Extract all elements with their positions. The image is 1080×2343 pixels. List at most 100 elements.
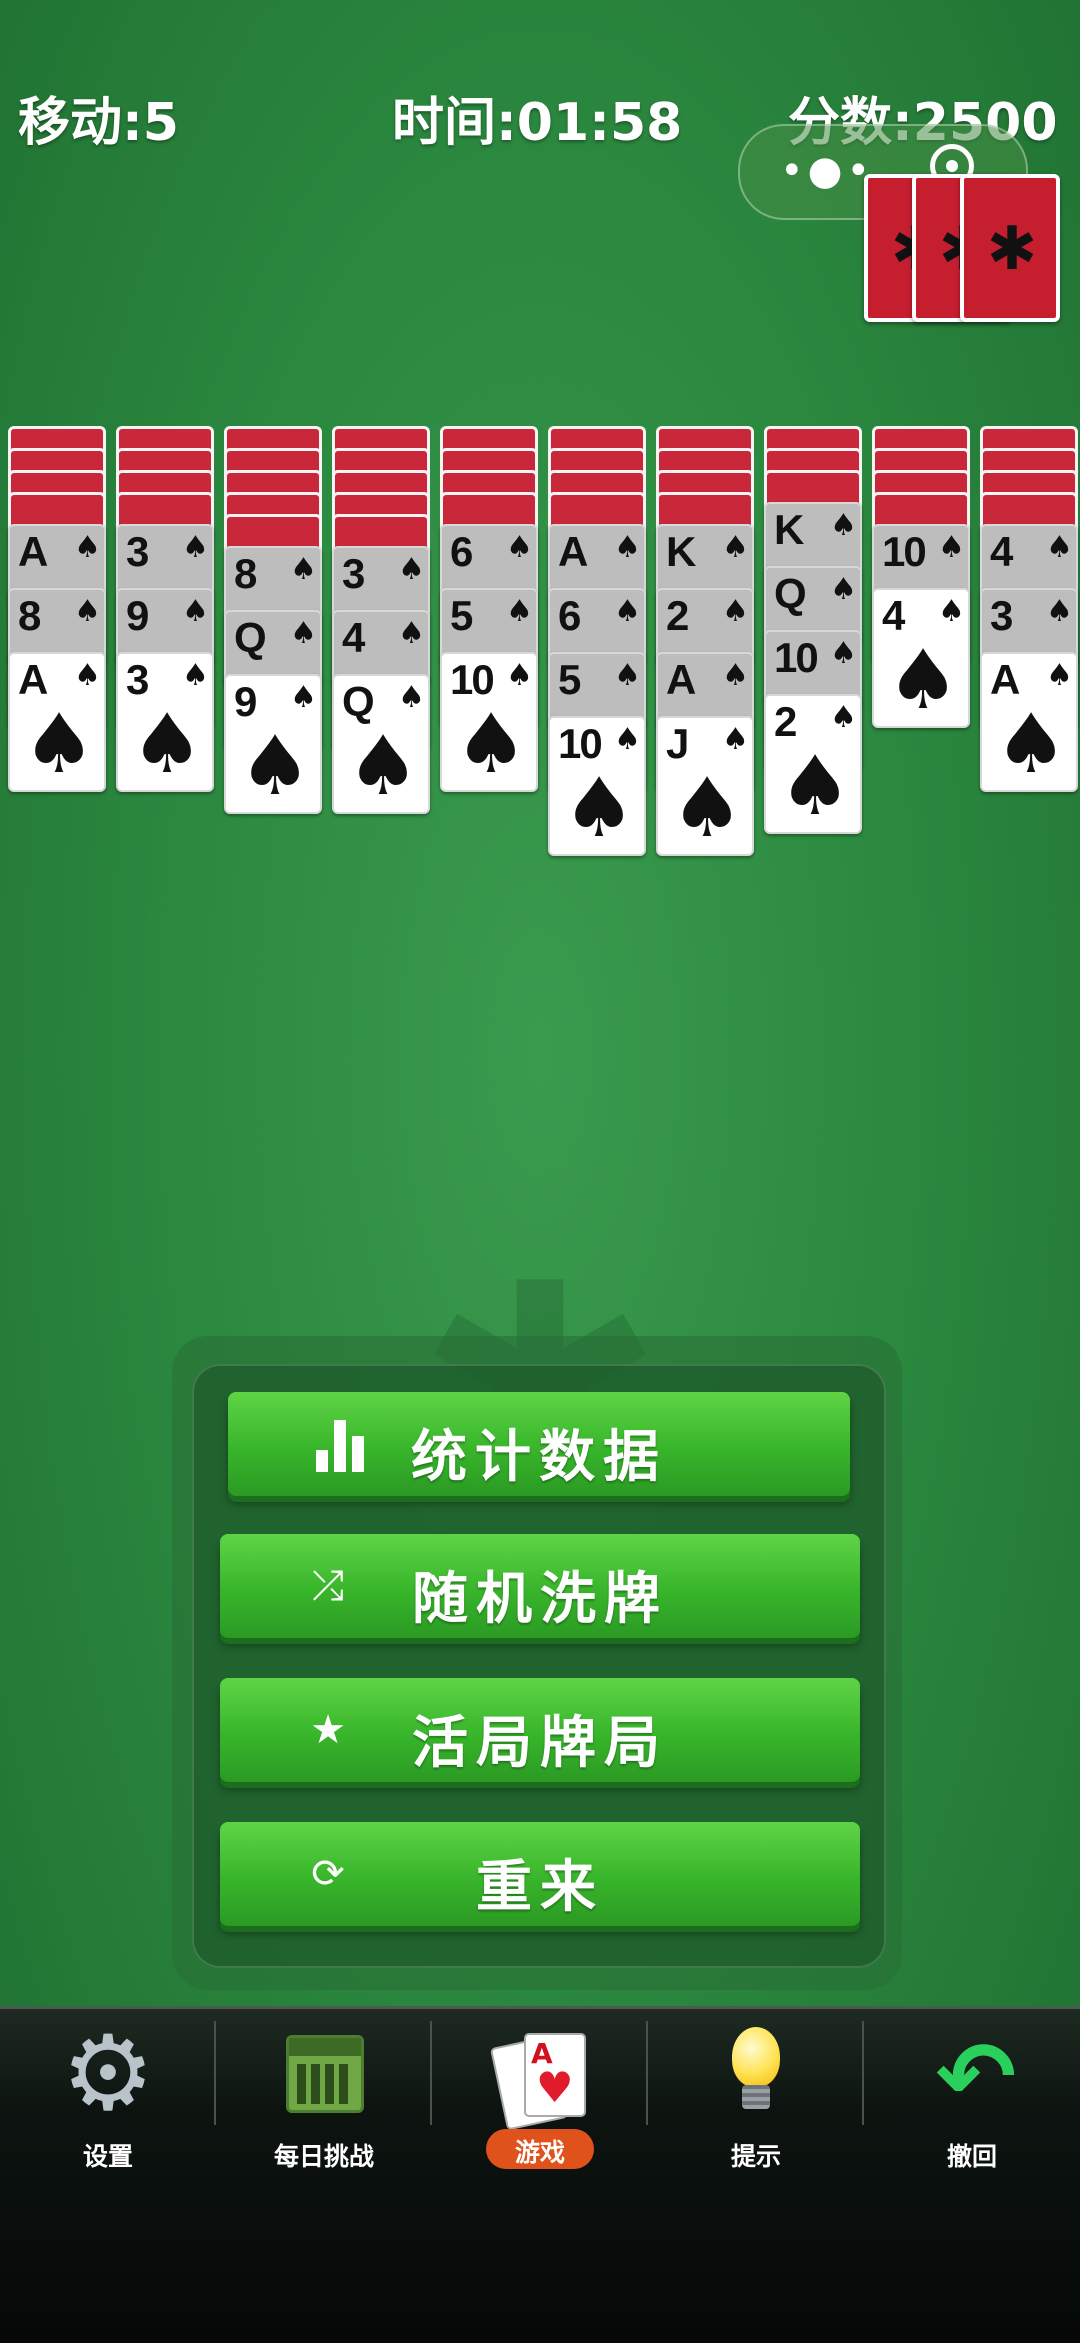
spade-icon: ♠: [22, 697, 96, 792]
playing-card[interactable]: 3 ♠ ♠: [116, 652, 214, 792]
spade-icon: ♠: [506, 594, 533, 629]
calendar-icon: [274, 2023, 374, 2123]
spade-icon: ♠: [398, 616, 425, 651]
spade-icon: ♠: [74, 594, 101, 629]
spade-icon: ♠: [1046, 658, 1073, 693]
spade-icon: ♠: [562, 761, 636, 856]
spade-icon: ♠: [994, 697, 1068, 792]
spade-icon: ♠: [886, 633, 960, 728]
nav-undo-label: 撤回: [946, 2142, 997, 2171]
nav-daily-label: 每日挑战: [273, 2142, 374, 2171]
playing-card[interactable]: 10 ♠ ♠: [440, 652, 538, 792]
spade-icon: ♠: [614, 530, 641, 565]
spade-icon: ♠: [938, 594, 965, 629]
nav-undo[interactable]: ↶ 撤回: [864, 2023, 1080, 2173]
gear-icon: ⚙: [61, 2012, 155, 2134]
spade-icon: ♠: [398, 680, 425, 715]
spider-icon: ✱: [986, 214, 1038, 284]
random-deal-label: 随机洗牌: [412, 1567, 668, 1632]
lightbulb-icon: [706, 2023, 806, 2123]
spade-icon: ♠: [614, 594, 641, 629]
spade-icon: ♠: [182, 658, 209, 693]
playing-card[interactable]: 9 ♠ ♠: [224, 674, 322, 814]
nav-hint-label: 提示: [730, 2142, 781, 2171]
restart-button[interactable]: ⟳ 重来: [220, 1822, 860, 1926]
card-rank: 9: [126, 592, 149, 639]
spade-icon: ♠: [778, 739, 852, 834]
spade-icon: ♠: [182, 594, 209, 629]
nav-settings-label: 设置: [82, 2142, 133, 2171]
spade-icon: ♠: [830, 700, 857, 735]
card-rank: K: [666, 528, 696, 575]
card-rank: 3: [342, 550, 365, 597]
spade-icon: ♠: [454, 697, 528, 792]
nav-game-label: 游戏: [514, 2138, 565, 2167]
tableau: A ♠ 8 ♠ A ♠ ♠ 3 ♠ 9 ♠ 3 ♠ ♠ 8 ♠ Q ♠ 9 ♠ ♠ 3 ♠ 4 ♠ Q ♠ ♠ 6 ♠ 5 ♠ 10 ♠ ♠ A ♠ 6 ♠…: [0, 426, 1080, 926]
card-rank: Q: [774, 570, 807, 617]
card-rank: A: [558, 528, 588, 575]
spade-icon: ♠: [238, 719, 312, 814]
playing-cards-icon: A ♥: [489, 2023, 590, 2131]
spade-icon: ♠: [182, 530, 209, 565]
statistics-button[interactable]: 统计数据: [228, 1392, 850, 1496]
spade-icon: ♠: [346, 719, 420, 814]
spade-icon: ♠: [670, 761, 744, 856]
timer: 时间:01:58: [392, 93, 683, 153]
stock-card[interactable]: ✱: [960, 174, 1060, 322]
playing-card[interactable]: J ♠ ♠: [656, 716, 754, 856]
stock-pile[interactable]: ✱ ✱ ✱: [864, 174, 1064, 324]
statistics-label: 统计数据: [411, 1425, 667, 1490]
card-rank: A: [666, 656, 696, 703]
winnable-deal-button[interactable]: ★ 活局牌局: [220, 1678, 860, 1782]
nav-hint[interactable]: 提示: [648, 2023, 864, 2173]
playing-card[interactable]: A ♠ ♠: [980, 652, 1078, 792]
spade-icon: ♠: [506, 530, 533, 565]
nav-daily-challenge[interactable]: 每日挑战: [216, 2023, 432, 2173]
spade-icon: ♠: [614, 658, 641, 693]
nav-settings[interactable]: ⚙ 设置: [0, 2012, 216, 2173]
spade-icon: ♠: [830, 508, 857, 543]
spade-icon: ♠: [614, 722, 641, 757]
nav-game[interactable]: A ♥ 游戏: [432, 2023, 648, 2173]
card-rank: 5: [450, 592, 473, 639]
spade-icon: ♠: [506, 658, 533, 693]
spade-icon: ♠: [722, 530, 749, 565]
spade-icon: ♠: [722, 658, 749, 693]
card-rank: 6: [450, 528, 473, 575]
spade-icon: ♠: [1046, 594, 1073, 629]
moves-counter: 移动:5: [18, 93, 179, 153]
undo-arrow-icon: ↶: [935, 2021, 1017, 2133]
card-rank: 8: [234, 550, 257, 597]
card-rank: 6: [558, 592, 581, 639]
playing-card[interactable]: 4 ♠ ♠: [872, 588, 970, 728]
restart-label: 重来: [476, 1855, 604, 1920]
spade-icon: ♠: [74, 530, 101, 565]
playing-card[interactable]: 2 ♠ ♠: [764, 694, 862, 834]
card-rank: 3: [126, 528, 149, 575]
spade-icon: ♠: [722, 594, 749, 629]
bottom-nav-bar: ⚙ 设置 每日挑战 A ♥ 游戏 提示 ↶ 撤回: [0, 2006, 1080, 2343]
playing-card[interactable]: Q ♠ ♠: [332, 674, 430, 814]
spade-icon: ♠: [74, 658, 101, 693]
card-rank: K: [774, 506, 804, 553]
card-rank: A: [18, 528, 48, 575]
spade-icon: ♠: [1046, 530, 1073, 565]
winnable-deal-label: 活局牌局: [412, 1711, 668, 1776]
card-rank: 2: [666, 592, 689, 639]
spade-icon: ♠: [398, 552, 425, 587]
spade-icon: ♠: [938, 530, 965, 565]
playing-card[interactable]: 10 ♠ ♠: [548, 716, 646, 856]
card-rank: 3: [990, 592, 1013, 639]
spade-icon: ♠: [130, 697, 204, 792]
spade-icon: ♠: [722, 722, 749, 757]
spade-icon: ♠: [290, 616, 317, 651]
card-rank: 10: [882, 528, 927, 575]
spade-icon: ♠: [830, 572, 857, 607]
random-deal-button[interactable]: ⤮ 随机洗牌: [220, 1534, 860, 1638]
more-dots-icon[interactable]: •●•: [780, 148, 874, 194]
card-rank: 10: [774, 634, 819, 681]
card-rank: 5: [558, 656, 581, 703]
playing-card[interactable]: A ♠ ♠: [8, 652, 106, 792]
spade-icon: ♠: [830, 636, 857, 671]
spade-icon: ♠: [290, 680, 317, 715]
